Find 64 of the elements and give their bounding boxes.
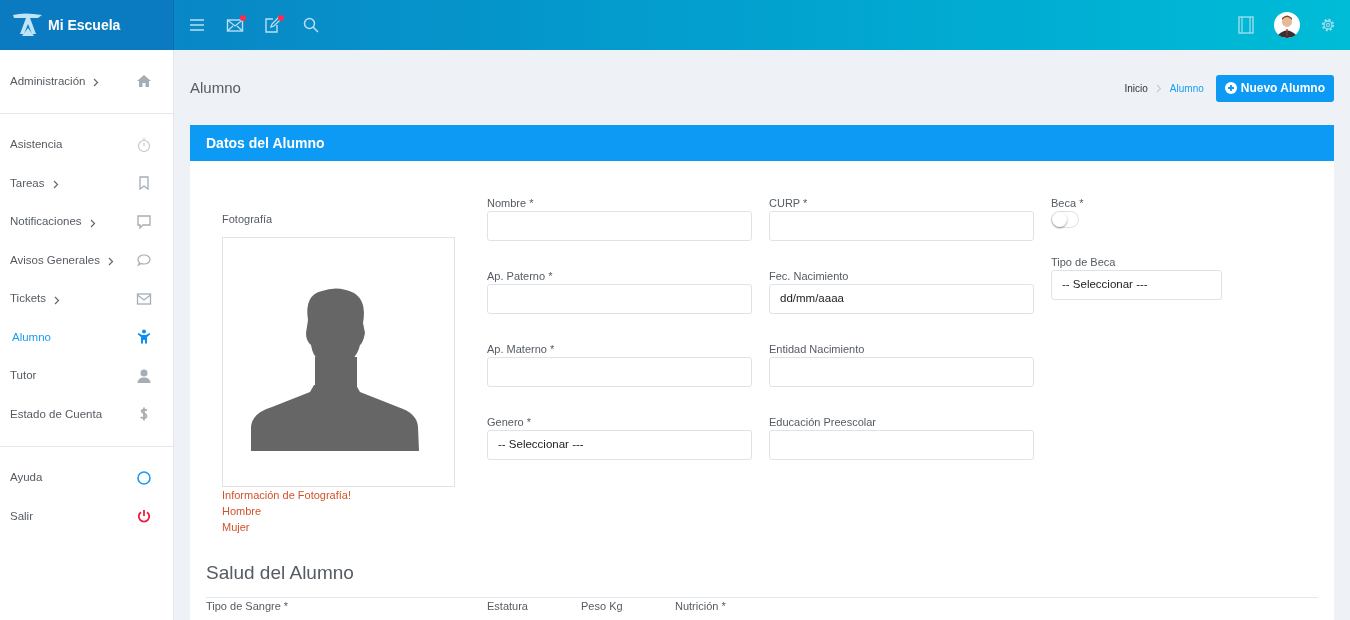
input-field[interactable] bbox=[487, 357, 752, 387]
child-figure-icon bbox=[136, 329, 152, 346]
input-field[interactable] bbox=[769, 357, 1034, 387]
field-label: Educación Preescolar bbox=[769, 415, 877, 430]
field-label: Beca * bbox=[1051, 196, 1085, 211]
field-label: Tipo de Sangre * bbox=[206, 600, 290, 613]
field-label: Ap. Paterno * bbox=[487, 269, 554, 284]
sidebar-item[interactable]: Estado de Cuenta bbox=[0, 395, 173, 434]
chat-bubble-icon bbox=[136, 252, 152, 269]
page-title: Alumno bbox=[190, 77, 241, 98]
input-field[interactable] bbox=[769, 430, 1034, 460]
sidebar-item[interactable]: Ayuda bbox=[0, 458, 173, 497]
sidebar-item[interactable]: Notificaciones bbox=[0, 202, 173, 241]
menu-icon bbox=[188, 16, 206, 34]
toggle-switch[interactable] bbox=[1051, 211, 1079, 228]
edit-button[interactable] bbox=[262, 14, 284, 36]
plus-circle-icon bbox=[1224, 82, 1237, 94]
input-field[interactable] bbox=[487, 211, 752, 241]
edit-icon bbox=[264, 16, 282, 34]
sidebar-item[interactable]: Tutor bbox=[0, 356, 173, 395]
date-field[interactable]: dd/mm/aaaa bbox=[769, 284, 1034, 314]
field-label: Genero * bbox=[487, 415, 533, 430]
photo-note: Hombre bbox=[222, 503, 263, 519]
sidebar-item[interactable]: Avisos Generales bbox=[0, 241, 173, 280]
home-icon bbox=[136, 73, 152, 90]
mail-icon bbox=[136, 290, 152, 307]
input-field[interactable] bbox=[487, 284, 752, 314]
sidebar-item[interactable]: Tareas bbox=[0, 164, 173, 203]
section-title: Salud del Alumno bbox=[206, 558, 1318, 598]
breadcrumb-link[interactable]: Inicio bbox=[1124, 80, 1148, 96]
photo-note: Información de Fotografía! bbox=[222, 487, 352, 503]
power-icon bbox=[136, 508, 152, 525]
stopwatch-icon bbox=[136, 136, 152, 153]
field-label: Fec. Nacimiento bbox=[769, 269, 850, 284]
logo-icon bbox=[12, 12, 44, 38]
help-circle-icon bbox=[136, 469, 152, 486]
brand-name: Mi Escuela bbox=[48, 15, 121, 35]
settings-icon[interactable] bbox=[1320, 17, 1336, 33]
field-label: Nutrición * bbox=[675, 600, 727, 613]
photo-note: Mujer bbox=[222, 519, 251, 535]
field-label: Entidad Nacimiento bbox=[769, 342, 866, 357]
select-field[interactable]: -- Seleccionar --- bbox=[487, 430, 752, 460]
field-label: Tipo de Beca bbox=[1051, 255, 1117, 270]
user-icon bbox=[136, 367, 152, 384]
message-icon bbox=[136, 213, 152, 230]
bookmark-icon bbox=[136, 175, 152, 192]
field-label: Peso Kg bbox=[581, 600, 624, 613]
sidebar-item[interactable]: Administración bbox=[0, 62, 173, 101]
sidebar-item[interactable]: Asistencia bbox=[0, 125, 173, 164]
film-icon[interactable] bbox=[1238, 16, 1254, 34]
field-label: Nombre * bbox=[487, 196, 535, 211]
input-field[interactable] bbox=[769, 211, 1034, 241]
field-label: Ap. Materno * bbox=[487, 342, 556, 357]
card-title: Datos del Alumno bbox=[206, 133, 325, 153]
select-field[interactable]: -- Seleccionar --- bbox=[1051, 270, 1222, 300]
avatar[interactable] bbox=[1274, 12, 1300, 38]
search-icon bbox=[302, 16, 320, 34]
photo-label: Fotografía bbox=[222, 212, 274, 227]
field-label: CURP * bbox=[769, 196, 809, 211]
chevron-right-icon bbox=[1155, 83, 1162, 93]
field-label: Estatura bbox=[487, 600, 529, 613]
sidebar-item[interactable]: Tickets bbox=[0, 279, 173, 318]
sidebar-item[interactable]: Salir bbox=[0, 497, 173, 536]
mail-icon bbox=[226, 16, 244, 34]
